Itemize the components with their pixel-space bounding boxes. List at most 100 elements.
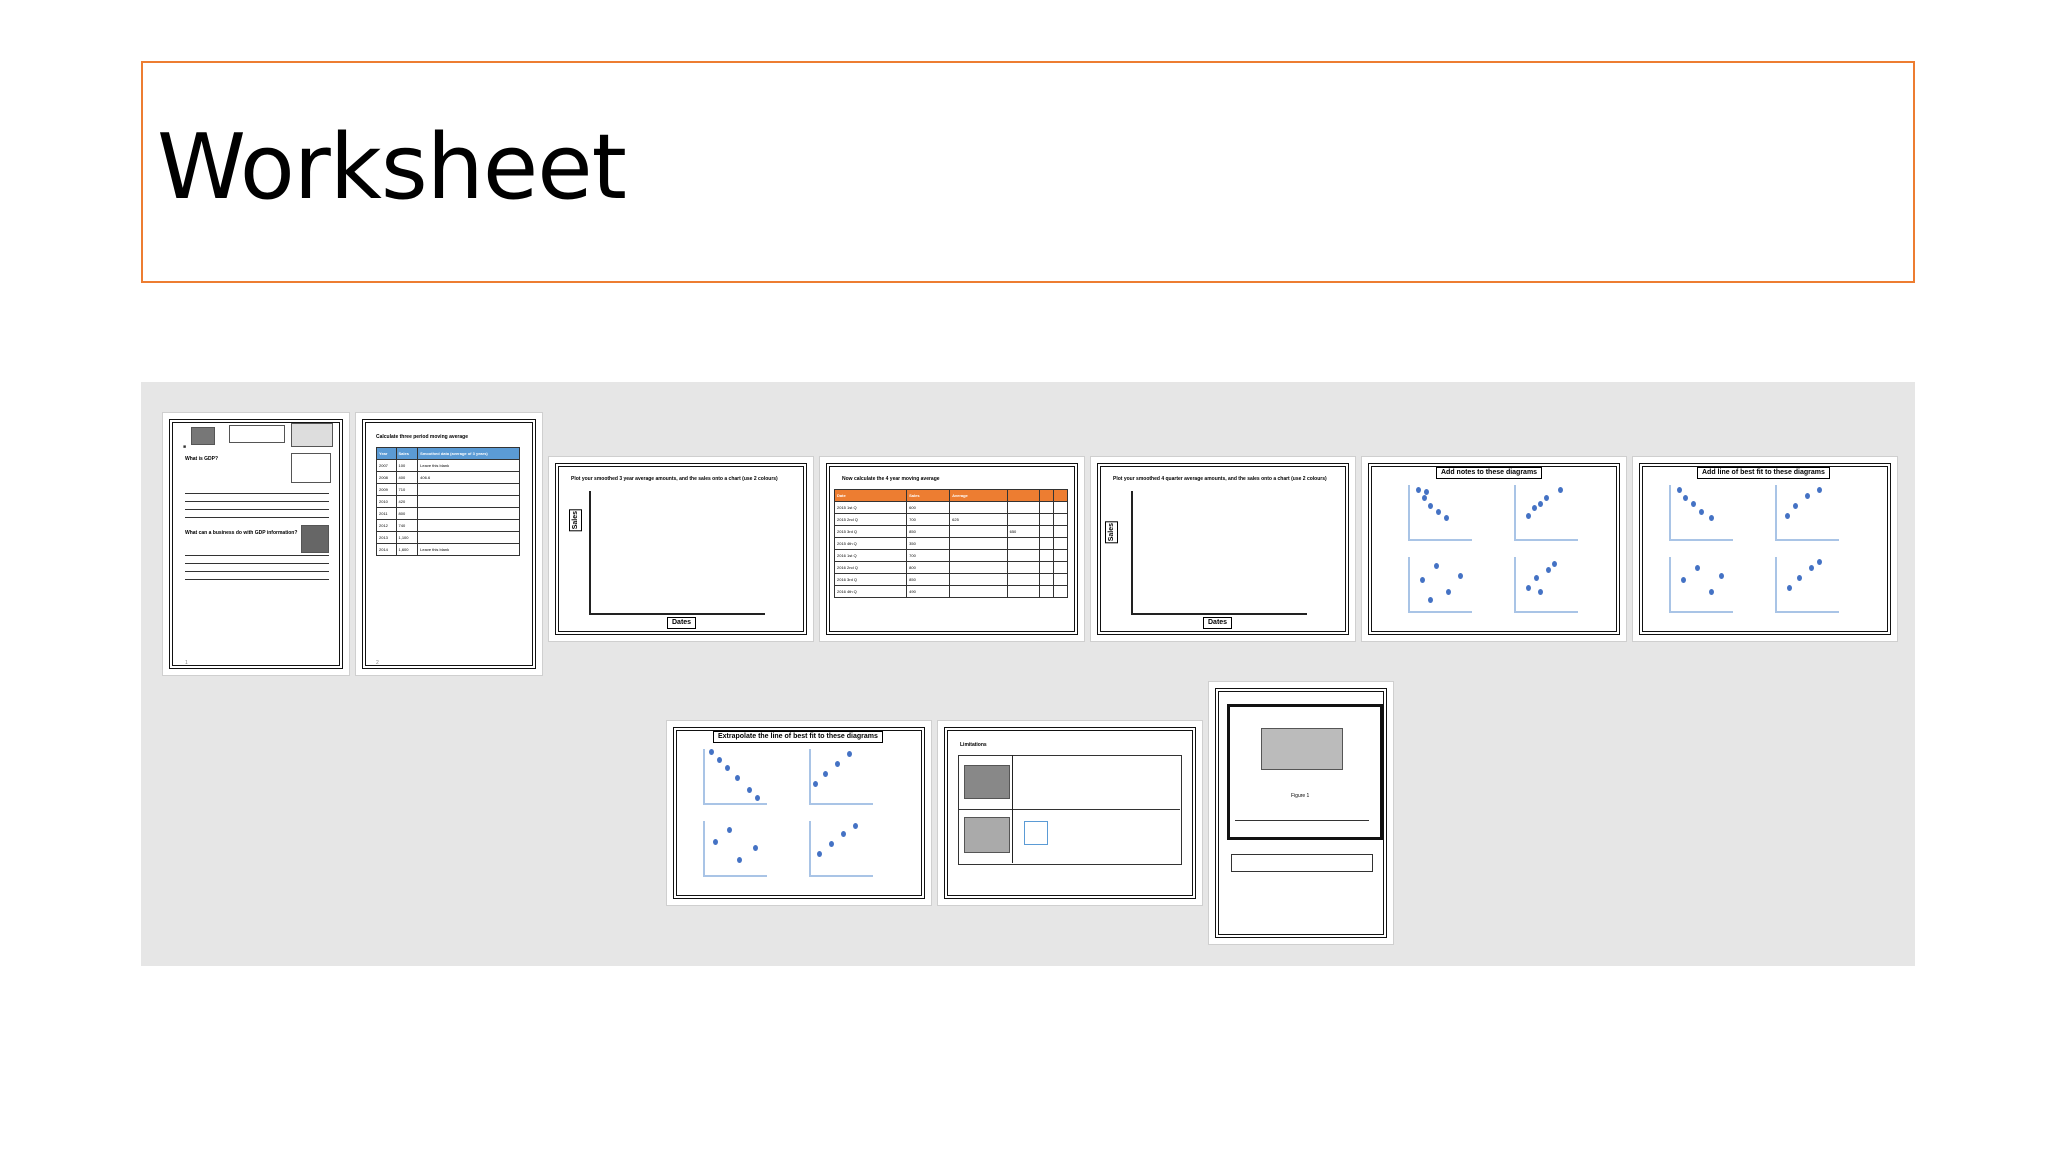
- scatter-point: [1683, 495, 1688, 501]
- scatter-axis: [809, 875, 873, 877]
- table-cell: 1,100: [395, 531, 419, 544]
- scatter-point: [1677, 487, 1682, 493]
- slide-frame: [1097, 463, 1349, 635]
- thumbnail-slide-5: Plot your smoothed 4 quarter average amo…: [1090, 456, 1356, 642]
- scatter-axis: [703, 749, 705, 805]
- table-cell: [417, 507, 520, 520]
- scatter-axis: [1514, 485, 1516, 541]
- scatter-point: [1428, 503, 1433, 509]
- scatter-axis: [809, 803, 873, 805]
- scatter-point: [713, 839, 718, 845]
- scatter-point: [1699, 509, 1704, 515]
- scatter-point: [1719, 573, 1724, 579]
- table-cell: 2014: [376, 543, 397, 556]
- table-cell: [417, 531, 520, 544]
- table-cell: 850: [906, 573, 951, 586]
- scatter-point: [1797, 575, 1802, 581]
- slide-heading: Add notes to these diagrams: [1436, 467, 1543, 479]
- table-cell: [417, 495, 520, 508]
- scatter-point: [841, 831, 846, 837]
- table-cell: 800: [395, 507, 419, 520]
- scatter-axis: [1514, 539, 1578, 541]
- table-cell: 600: [906, 501, 951, 514]
- y-axis-label: Sales: [569, 509, 582, 532]
- scatter-point: [847, 751, 852, 757]
- scatter-axis: [1408, 611, 1472, 613]
- scatter-point: [1558, 487, 1563, 493]
- slide-heading: Now calculate the 4 year moving average: [842, 476, 940, 482]
- table-cell: 2015 4th Q: [833, 537, 908, 550]
- x-axis-label: Dates: [667, 617, 697, 629]
- table-cell: 2012: [376, 519, 397, 532]
- answer-line: [185, 571, 329, 572]
- table-cell: 625: [949, 513, 1008, 526]
- thumbnail-slide-7: Add line of best fit to these diagrams: [1632, 456, 1898, 642]
- scatter-point: [1534, 575, 1539, 581]
- scatter-point: [835, 761, 840, 767]
- slide-frame: [555, 463, 807, 635]
- scatter-point: [1805, 493, 1810, 499]
- scatter-axis: [703, 821, 705, 877]
- table-cell: 2016 3rd Q: [833, 573, 908, 586]
- slide-heading: Plot your smoothed 3 year average amount…: [571, 476, 778, 482]
- table-header: Average: [949, 489, 1008, 502]
- answer-line: [185, 493, 329, 494]
- scatter-point: [1695, 565, 1700, 571]
- page-number: 2: [376, 660, 379, 666]
- scatter-point: [1526, 513, 1531, 519]
- table-cell: 2015 3rd Q: [833, 525, 908, 538]
- thumbnail-slide-9: Limitations: [937, 720, 1203, 906]
- scatter-point: [823, 771, 828, 777]
- scatter-point: [753, 845, 758, 851]
- table-header: Year: [376, 447, 397, 460]
- scatter-axis: [1775, 539, 1839, 541]
- worksheet-image-panel[interactable]: ■ What is GDP? What can a business do wi…: [141, 382, 1915, 966]
- slide-heading: Add line of best fit to these diagrams: [1697, 467, 1830, 479]
- clipart-icon: [291, 423, 333, 447]
- scatter-point: [1458, 573, 1463, 579]
- box-icon: [191, 427, 215, 445]
- scatter-axis: [1775, 485, 1777, 541]
- thumbnail-slide-3: Plot your smoothed 3 year average amount…: [548, 456, 814, 642]
- scatter-point: [1428, 597, 1433, 603]
- scatter-axis: [1408, 539, 1472, 541]
- thumbnail-slide-2: Calculate three period moving average Ye…: [355, 412, 543, 676]
- scatter-axis: [1669, 485, 1671, 541]
- table-divider: [958, 809, 1180, 810]
- scatter-axis: [1669, 539, 1733, 541]
- slide-heading: Extrapolate the line of best fit to thes…: [713, 731, 883, 743]
- scatter-point: [1817, 559, 1822, 565]
- scatter-point: [1552, 561, 1557, 567]
- x-axis-label: Dates: [1203, 617, 1233, 629]
- scatter-point: [737, 857, 742, 863]
- table-cell: 700: [906, 549, 951, 562]
- scatter-axis: [1408, 557, 1410, 613]
- scatter-point: [1526, 585, 1531, 591]
- scatter-point: [1420, 577, 1425, 583]
- scatter-point: [1809, 565, 1814, 571]
- scatter-point: [755, 795, 760, 801]
- table-cell: [417, 483, 520, 496]
- refresh-icon: [964, 765, 1010, 799]
- table-cell: 2016 4th Q: [833, 585, 908, 598]
- chart-thumbnail: [291, 453, 331, 483]
- table-cell: 490: [906, 585, 951, 598]
- scatter-point: [1544, 495, 1549, 501]
- scatter-point: [1538, 589, 1543, 595]
- slide-heading: Limitations: [960, 742, 987, 748]
- table-cell: 710: [395, 483, 419, 496]
- table-cell: 2007: [376, 459, 397, 472]
- scatter-point: [1422, 495, 1427, 501]
- image-placeholder: [964, 817, 1010, 853]
- title-card: [229, 425, 285, 443]
- scatter-point: [1444, 515, 1449, 521]
- title-placeholder[interactable]: Worksheet: [141, 61, 1915, 283]
- table-cell: 2008: [376, 471, 397, 484]
- document-icon: [1024, 821, 1048, 845]
- scatter-point: [717, 757, 722, 763]
- table-cell: 406.6: [417, 471, 520, 484]
- scatter-point: [1681, 577, 1686, 583]
- scatter-axis: [1775, 611, 1839, 613]
- table-cell: 2016 1st Q: [833, 549, 908, 562]
- scatter-point: [1709, 515, 1714, 521]
